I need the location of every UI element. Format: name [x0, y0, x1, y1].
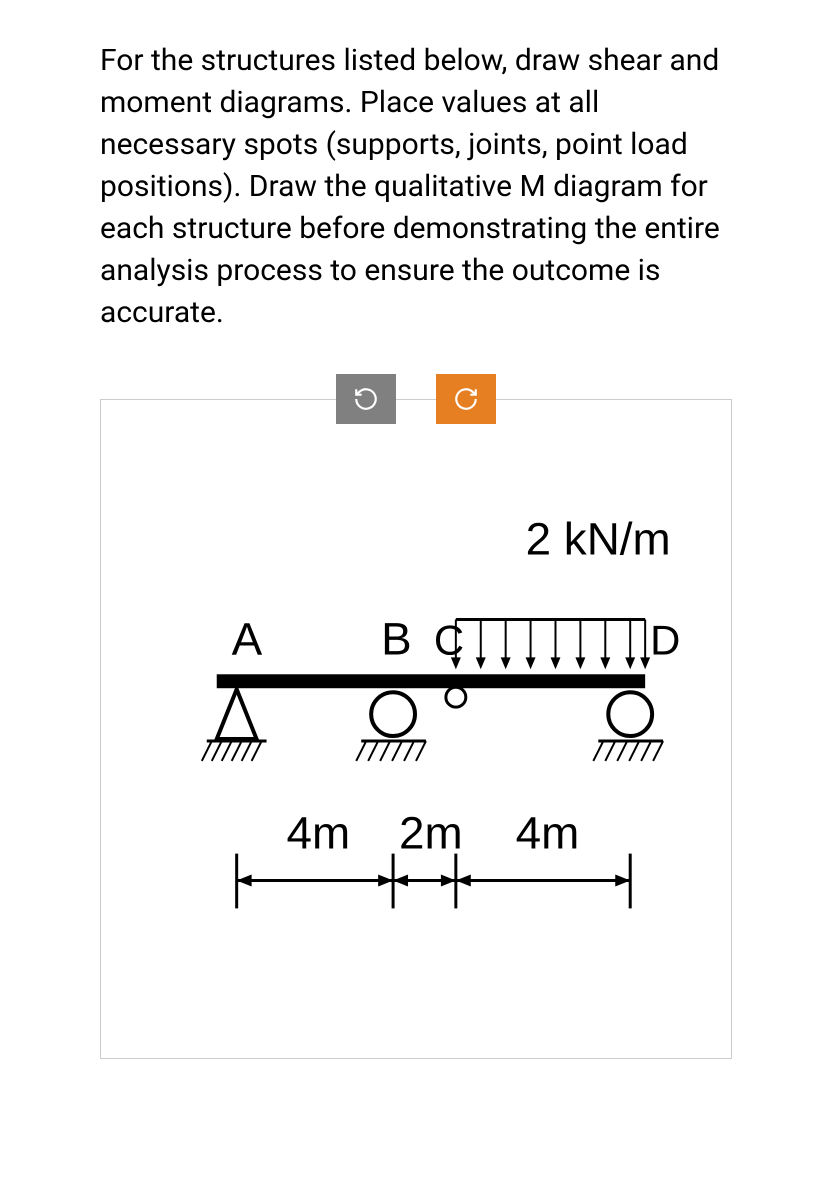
point-C-label: C: [434, 616, 464, 663]
beam: [217, 674, 645, 688]
support-B: [356, 692, 426, 761]
span1-label: 4m: [286, 808, 350, 859]
hinge-C: [446, 687, 466, 707]
point-B-label: B: [381, 613, 412, 664]
redo-icon: [453, 386, 479, 412]
point-D-label: D: [650, 616, 680, 663]
support-D: [593, 692, 663, 761]
support-A: [202, 689, 267, 761]
span3-label: 4m: [516, 808, 580, 859]
beam-diagram: 2 kN/m A B C D: [131, 480, 701, 1018]
load-label: 2 kN/m: [526, 514, 671, 565]
redo-button[interactable]: [436, 374, 496, 424]
button-row: [100, 374, 732, 424]
undo-icon: [353, 386, 379, 412]
problem-statement: For the structures listed below, draw sh…: [100, 40, 732, 334]
diagram-container: 2 kN/m A B C D: [100, 399, 732, 1059]
distributed-load: [451, 619, 650, 669]
span2-label: 2m: [399, 808, 463, 859]
dimension-line: [237, 854, 631, 909]
point-A-label: A: [232, 613, 263, 664]
undo-button[interactable]: [336, 374, 396, 424]
